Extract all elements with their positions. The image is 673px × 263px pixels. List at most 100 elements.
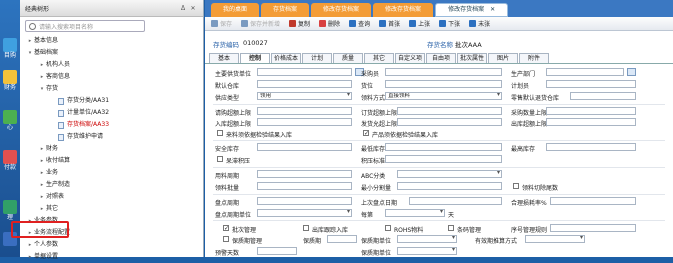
- shelf-life-checkbox[interactable]: [223, 236, 229, 242]
- toolbar-button[interactable]: 下张: [439, 19, 460, 28]
- expand-icon[interactable]: ▸: [38, 59, 46, 71]
- expand-icon[interactable]: ▸: [26, 35, 34, 47]
- purchase-app-button[interactable]: 目购: [0, 38, 20, 66]
- toolbar-button[interactable]: 复制: [289, 19, 310, 28]
- tab[interactable]: 存货档案: [261, 3, 310, 17]
- expand-icon[interactable]: ▾: [26, 47, 34, 59]
- last-stocktake-field[interactable]: [409, 197, 502, 205]
- property-tab[interactable]: 批次属性: [457, 53, 487, 63]
- backlog-std-field[interactable]: [385, 155, 502, 163]
- expand-icon[interactable]: ▸: [38, 155, 46, 167]
- expand-icon[interactable]: ▸: [38, 179, 46, 191]
- req-limit-field[interactable]: [257, 107, 352, 115]
- tree-item[interactable]: ▸ 基本信息: [20, 35, 203, 47]
- tab[interactable]: 修改存货档案 ✕: [435, 3, 509, 17]
- toolbar-button[interactable]: 删除: [319, 19, 340, 28]
- tab[interactable]: 修改存货档案: [373, 3, 434, 17]
- expand-icon[interactable]: ▸: [38, 167, 46, 179]
- tab[interactable]: 我的桌面: [211, 3, 260, 17]
- lookup-icon[interactable]: [627, 68, 636, 76]
- toolbar-button[interactable]: 上张: [409, 19, 430, 28]
- outbound-track-checkbox[interactable]: [303, 225, 309, 231]
- issue-method-select[interactable]: 直接领料: [385, 92, 502, 100]
- production-dept-field[interactable]: [546, 68, 624, 76]
- toolbar-button[interactable]: 保存并新增: [241, 19, 280, 28]
- tree-item[interactable]: ▸ 机构人员: [20, 59, 203, 71]
- shipment-limit-field[interactable]: [397, 118, 502, 126]
- toolbar-button[interactable]: 保存: [211, 19, 232, 28]
- nav-search-input[interactable]: 请输入搜索项目名称: [25, 20, 145, 32]
- loss-rate-field[interactable]: [550, 197, 636, 205]
- property-tab[interactable]: 控制: [240, 53, 270, 63]
- expand-icon[interactable]: ▸: [38, 143, 46, 155]
- barcode-checkbox[interactable]: [448, 225, 454, 231]
- tree-item[interactable]: ▾ 存货: [20, 83, 203, 95]
- tree-item[interactable]: ▸ 对照表: [20, 191, 203, 203]
- serial-rule-field[interactable]: [550, 224, 636, 232]
- pre-warn-unit-select[interactable]: [397, 247, 457, 255]
- shelf-period-field[interactable]: [327, 235, 357, 243]
- property-tab[interactable]: 自由项: [426, 53, 456, 63]
- tree-item[interactable]: ▸ 财务: [20, 143, 203, 155]
- toolbar-button[interactable]: 查询: [349, 19, 370, 28]
- property-tab[interactable]: 基本: [209, 53, 239, 63]
- buyer-field[interactable]: [385, 68, 502, 76]
- tree-item[interactable]: ▸ 个人参数: [20, 239, 203, 251]
- purchase-qty-limit-field[interactable]: [546, 107, 636, 115]
- payment-app-button[interactable]: 付款: [0, 150, 20, 178]
- valid-method-select[interactable]: [525, 235, 585, 243]
- tree-item[interactable]: ▸ 客商信息: [20, 71, 203, 83]
- tree-item[interactable]: ▸ 其它: [20, 203, 203, 215]
- product-inspection-checkbox[interactable]: ✓: [363, 130, 369, 137]
- pin-icon[interactable]: ᐃ: [178, 5, 188, 12]
- close-icon[interactable]: ✕: [490, 3, 495, 17]
- toolbar-button[interactable]: 末张: [469, 19, 490, 28]
- center-app-button[interactable]: 心: [0, 110, 20, 138]
- expand-icon[interactable]: ▾: [38, 83, 46, 95]
- property-tab[interactable]: 计划: [302, 53, 332, 63]
- backlog-checkbox[interactable]: [217, 156, 223, 162]
- tree-item[interactable]: 存货分类/AA31: [20, 95, 203, 107]
- per-select[interactable]: [385, 209, 445, 217]
- tree-item[interactable]: ▸ 单据设置: [20, 251, 203, 263]
- tree-item[interactable]: ▸ 业务: [20, 167, 203, 179]
- abc-select[interactable]: [397, 170, 502, 178]
- property-tab[interactable]: 质量: [333, 53, 363, 63]
- shelf-unit-select[interactable]: [397, 235, 457, 243]
- tree-item[interactable]: ▸ 生产制造: [20, 179, 203, 191]
- tree-item[interactable]: 存货维护申请: [20, 131, 203, 143]
- min-split-field[interactable]: [397, 182, 502, 190]
- inbound-limit-field[interactable]: [257, 118, 352, 126]
- batch-mgmt-checkbox[interactable]: ✓: [223, 225, 229, 232]
- expand-icon[interactable]: ▸: [38, 71, 46, 83]
- max-stock-field[interactable]: [546, 143, 636, 151]
- planner-field[interactable]: [546, 80, 636, 88]
- tree-item[interactable]: ▾ 基础档案: [20, 47, 203, 59]
- tree-item[interactable]: 计量单位/AA32: [20, 107, 203, 119]
- inspection-checkbox[interactable]: [217, 130, 223, 136]
- issue-cut-checkbox[interactable]: [513, 183, 519, 189]
- finance-app-button[interactable]: 财务: [0, 70, 20, 98]
- warehouse-field[interactable]: [257, 80, 352, 88]
- expand-icon[interactable]: ▸: [38, 191, 46, 203]
- supply-type-select[interactable]: 领用: [257, 92, 352, 100]
- supplier-field[interactable]: [257, 68, 352, 76]
- property-tab[interactable]: 价格成本: [271, 53, 301, 63]
- close-icon[interactable]: ✕: [188, 5, 198, 12]
- outbound-limit-field[interactable]: [546, 118, 636, 126]
- expand-icon[interactable]: ▸: [26, 251, 34, 263]
- issue-batch-field[interactable]: [257, 182, 352, 190]
- tree-item[interactable]: ▸ 收付结算: [20, 155, 203, 167]
- location-field[interactable]: [385, 80, 502, 88]
- tab[interactable]: 修改存货档案: [311, 3, 372, 17]
- property-tab[interactable]: 附件: [519, 53, 549, 63]
- rohs-checkbox[interactable]: [385, 225, 391, 231]
- expand-icon[interactable]: ▸: [38, 203, 46, 215]
- pre-warn-field[interactable]: [257, 247, 297, 255]
- tree-item[interactable]: 存货档案/AA33: [20, 119, 203, 131]
- property-tab[interactable]: 自定义项: [395, 53, 425, 63]
- usage-period-field[interactable]: [257, 170, 352, 178]
- property-tab[interactable]: 图片: [488, 53, 518, 63]
- safety-stock-field[interactable]: [257, 143, 352, 151]
- zero-stock-field[interactable]: [570, 92, 636, 100]
